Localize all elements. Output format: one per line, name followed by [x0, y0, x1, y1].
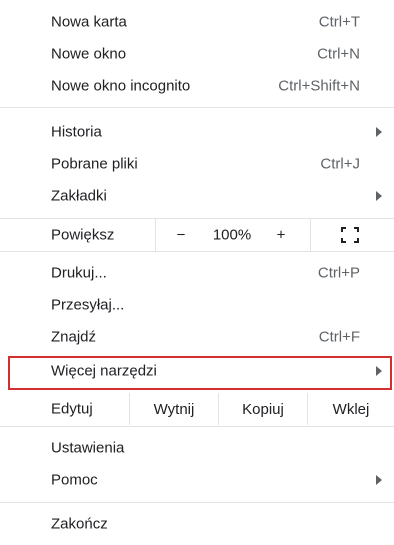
menu-item-label: Znajdź [51, 328, 97, 346]
menu-separator [0, 107, 394, 108]
menu-item-label: Pomoc [51, 471, 98, 489]
edit-label: Edytuj [51, 400, 93, 418]
menu-item-shortcut: Ctrl+F [318, 328, 360, 346]
menu-item-bookmarks[interactable]: Zakładki [0, 181, 394, 211]
menu-item-label: Drukuj... [51, 264, 107, 282]
menu-item-label: Pobrane pliki [51, 155, 138, 173]
menu-separator [0, 251, 394, 252]
menu-item-shortcut: Ctrl+T [318, 13, 360, 31]
menu-item-exit[interactable]: Zakończ [0, 509, 394, 539]
submenu-arrow-icon [376, 475, 382, 485]
menu-item-shortcut: Ctrl+N [317, 45, 360, 63]
menu-item-label: Przesyłaj... [51, 296, 125, 314]
copy-label: Kopiuj [242, 400, 284, 418]
menu-item-label: Zakończ [51, 515, 108, 533]
menu-item-new-window[interactable]: Nowe okno Ctrl+N [0, 39, 394, 69]
menu-item-label: Zakładki [51, 187, 107, 205]
menu-item-label: Nowa karta [51, 13, 127, 31]
menu-item-incognito[interactable]: Nowe okno incognito Ctrl+Shift+N [0, 71, 394, 101]
menu-item-label: Nowe okno [51, 45, 127, 63]
submenu-arrow-icon [376, 191, 382, 201]
submenu-arrow-icon [376, 366, 382, 376]
zoom-in-button[interactable]: + [272, 227, 290, 244]
menu-item-downloads[interactable]: Pobrane pliki Ctrl+J [0, 149, 394, 179]
menu-item-help[interactable]: Pomoc [0, 465, 394, 495]
cut-button[interactable]: Wytnij [130, 393, 218, 425]
chrome-main-menu: Nowa karta Ctrl+T Nowe okno Ctrl+N Nowe … [0, 0, 394, 545]
zoom-row: Powiększ − 100% + [0, 219, 394, 251]
menu-item-shortcut: Ctrl+J [320, 155, 360, 173]
paste-label: Wklej [332, 400, 370, 418]
menu-item-cast[interactable]: Przesyłaj... [0, 290, 394, 320]
menu-item-label: Ustawienia [51, 439, 125, 457]
submenu-arrow-icon [376, 127, 382, 137]
menu-item-history[interactable]: Historia [0, 117, 394, 147]
menu-separator [0, 426, 394, 427]
fullscreen-icon[interactable] [341, 227, 359, 243]
menu-item-settings[interactable]: Ustawienia [0, 433, 394, 463]
menu-item-label: Więcej narzędzi [51, 362, 157, 380]
menu-item-print[interactable]: Drukuj... Ctrl+P [0, 258, 394, 288]
paste-button[interactable]: Wklej [308, 393, 394, 425]
zoom-out-button[interactable]: − [172, 227, 190, 244]
zoom-divider [155, 219, 156, 251]
menu-item-shortcut: Ctrl+P [317, 264, 360, 282]
menu-item-new-tab[interactable]: Nowa karta Ctrl+T [0, 7, 394, 37]
menu-item-shortcut: Ctrl+Shift+N [278, 77, 360, 95]
copy-button[interactable]: Kopiuj [219, 393, 307, 425]
zoom-divider [310, 219, 311, 251]
menu-separator [0, 502, 394, 503]
edit-row: Edytuj Wytnij Kopiuj Wklej [0, 393, 394, 425]
menu-item-find[interactable]: Znajdź Ctrl+F [0, 322, 394, 352]
zoom-label: Powiększ [51, 226, 115, 244]
cut-label: Wytnij [153, 400, 195, 418]
menu-item-label: Nowe okno incognito [51, 77, 191, 95]
zoom-level: 100% [212, 226, 252, 244]
menu-item-label: Historia [51, 123, 102, 141]
menu-item-more-tools[interactable]: Więcej narzędzi [0, 354, 394, 388]
